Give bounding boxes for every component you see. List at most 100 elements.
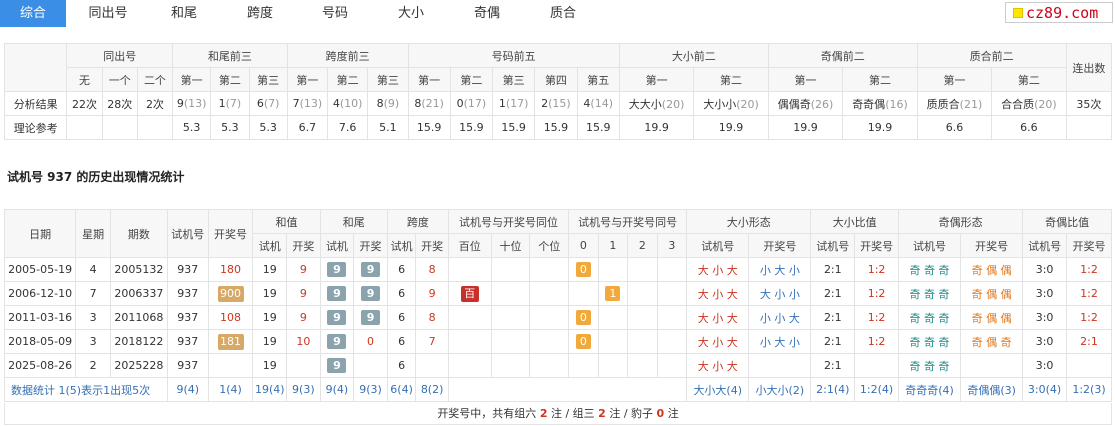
span-draw-cell: 8 [415,305,449,330]
tab-big-small[interactable]: 大小 [387,0,435,27]
same-pos-cell [490,281,531,306]
same-num-cell [568,281,599,306]
tab-co-occurrence[interactable]: 同出号 [78,0,138,27]
bsr-draw-cell: 1:2 [854,305,899,330]
sub-header: 第一 [172,67,212,92]
same-num-cell [656,305,688,330]
oe-draw-cell: 奇 偶 偶 [960,281,1024,306]
tail-trial-cell-badge: 9 [327,334,347,349]
issue-cell: 2018122 [109,329,168,354]
sum-trial-cell: 19 [252,353,288,378]
tail-trial-cell: 9 [319,257,355,282]
result-cell: 0(17) [449,91,494,116]
footer-text: 注 / 组三 [550,407,595,420]
bsr-trial-cell: 2:1 [810,305,856,330]
stats-oe-draw: 奇偶偶(3) [960,377,1024,402]
footer-count-zu6: 2 [539,407,548,420]
col-span: 跨度 [386,209,449,234]
oe-draw-cell: 奇 偶 奇 [960,329,1024,354]
tab-odd-even[interactable]: 奇偶 [463,0,511,27]
tail-trial-cell: 9 [319,353,355,378]
bs-draw-cell: 小 小 大 [748,305,812,330]
result-value: 大大小 [628,97,662,111]
theory-cell: 15.9 [576,115,620,140]
issue-cell: 2011068 [109,305,168,330]
result-value: 7 [292,97,300,110]
tail-trial-cell-badge: 9 [327,262,347,277]
sub-header: 第三 [367,67,409,92]
sub-header: 第二 [693,67,769,92]
result-cell: 35次 [1065,91,1113,116]
theory-cell: 15.9 [449,115,494,140]
result-count: (20) [736,97,759,111]
tab-sum-tail[interactable]: 和尾 [160,0,208,27]
stats-trial: 9(4) [166,377,209,402]
result-cell: 9(13) [172,91,212,116]
col-same-number: 试机号与开奖号同号 [568,209,688,234]
same-pos-cell: 百 [447,281,492,306]
result-count: (20) [661,97,685,111]
oer-trial-cell: 3:0 [1022,281,1067,306]
stats-empty [447,377,688,402]
week-cell: 7 [75,281,111,306]
theory-cell: 6.6 [916,115,993,140]
history-table: 日期 星期 期数 试机号 开奖号 和值 和尾 跨度 试机号与开奖号同位 试机号与… [3,209,1113,402]
row-label-result: 分析结果 [3,91,68,116]
result-cell: 6(7) [248,91,288,116]
group-header: 奇偶前二 [767,43,918,68]
group-header: 号码前五 [407,43,620,68]
same-pos-cell [447,257,492,282]
same-pos-cell [529,305,570,330]
section-title: 试机号 937 的历史出现情况统计 [7,170,185,184]
same-num-cell [656,329,688,354]
tail-trial-cell: 9 [319,329,355,354]
same-num-cell [627,257,658,282]
corner-cell [3,43,68,92]
oe-trial-cell: 奇 奇 奇 [897,257,962,282]
result-count: (20) [1034,97,1057,111]
table-row: 2018-05-09 3 2018122 937 181 19 10 9 0 6 7 0 大 小 大小 … [3,329,1113,354]
stats-label[interactable]: 数据统计 [11,384,55,397]
week-cell: 4 [75,257,111,282]
summary-footer: 开奖号中，共有组六 2 注 / 组三 2 注 / 豹子 0 注 [4,403,1112,425]
oe-trial-cell: 奇 奇 奇 [897,281,962,306]
tab-numbers[interactable]: 号码 [311,0,359,27]
theory-cell: 15.9 [492,115,536,140]
result-cell: 1(7) [210,91,250,116]
result-cell: 4(10) [327,91,369,116]
tail-trial-cell-badge: 9 [327,286,347,301]
issue-cell: 2006337 [109,281,168,306]
draw-cell-badge: 900 [217,285,244,302]
oe-trial-cell: 奇 奇 奇 [897,305,962,330]
theory-cell: 6.7 [286,115,329,140]
result-value: 1 [218,97,226,110]
week-cell: 2 [75,353,111,378]
result-count: (14) [590,97,613,110]
theory-cell: 19.9 [767,115,844,140]
same-pos-cell [490,353,531,378]
theory-cell: 6.6 [991,115,1067,140]
span-trial-cell: 6 [386,257,417,282]
result-cell: 1(17) [492,91,536,116]
same-num-cell [597,329,629,354]
sub-header: 第五 [576,67,620,92]
draw-cell: 108 [207,305,254,330]
stats-span-trial: 6(4) [386,377,417,402]
tab-span[interactable]: 跨度 [236,0,284,27]
site-logo[interactable]: cz89.com [1005,2,1113,23]
col-tail: 和尾 [319,209,388,234]
top-nav: 综合 同出号 和尾 跨度 号码 大小 奇偶 质合 cz89.com [0,0,1115,27]
same-pos-cell [447,353,492,378]
tab-overview[interactable]: 综合 [0,0,66,27]
draw-cell-badge: 181 [217,333,244,350]
tab-prime-composite[interactable]: 质合 [539,0,587,27]
result-count: (10) [339,97,363,110]
sum-draw-cell: 10 [286,329,321,354]
bs-trial-cell: 大 小 大 [686,329,750,354]
subcol-trial: 试机 [252,233,288,258]
subcol-draw-no: 开奖号 [854,233,899,258]
tail-trial-cell: 9 [319,281,355,306]
theory-cell: 5.3 [210,115,250,140]
row-label-theory: 理论参考 [3,115,68,140]
same-num-cell [627,305,658,330]
